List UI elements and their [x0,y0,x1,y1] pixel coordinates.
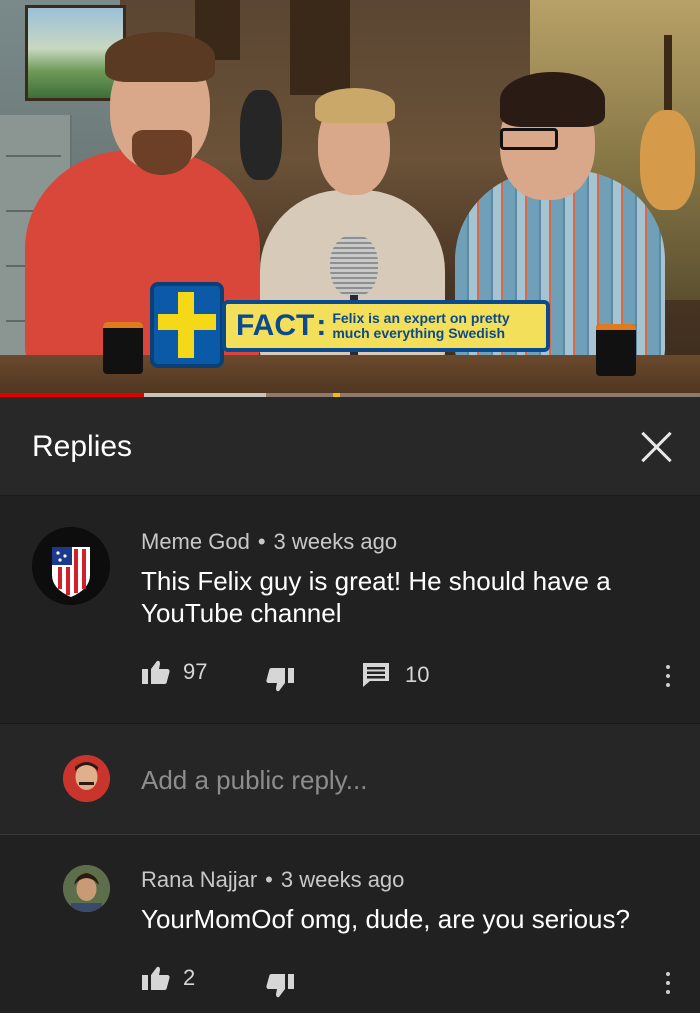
thumbs-down-icon [266,668,294,692]
fact-banner-title: FACT [236,309,315,342]
comment-thread-top: Meme God • 3 weeks ago This Felix guy is g… [0,497,700,722]
like-button[interactable]: 2 [141,965,195,991]
thumbs-down-icon [266,974,294,998]
reply-count: 10 [405,662,430,687]
comment-meta: Rana Najjar • 3 weeks ago [141,867,404,893]
reply-comment: Rana Najjar • 3 weeks ago YourMomOof omg, … [0,835,700,1013]
comment-age[interactable]: 3 weeks ago [281,867,405,892]
user-avatar-icon [63,865,110,912]
avatar [63,755,110,802]
close-icon[interactable] [640,430,674,464]
fact-banner-line2: much everything Swedish [332,325,506,341]
more-vertical-icon[interactable] [666,972,672,996]
video-mug-right [596,324,636,376]
thumbs-up-icon [142,966,170,990]
comment-icon [363,663,389,687]
meta-separator: • [265,867,273,892]
fact-banner-colon: : [316,309,327,342]
meta-separator: • [257,529,266,554]
video-microphone [330,235,378,297]
dislike-button[interactable] [265,973,295,999]
reply-input[interactable]: Add a public reply... [141,765,367,796]
video-shelf [290,0,350,95]
more-vertical-icon[interactable] [666,665,672,689]
like-button[interactable]: 97 [141,659,207,685]
user-avatar-icon [63,755,110,802]
replies-header: Replies [0,397,700,496]
fact-banner-line1: Felix is an expert on pretty [332,310,510,326]
like-count: 97 [183,659,208,684]
video-guitar-neck [664,35,672,120]
like-count: 2 [183,965,196,990]
comment-author[interactable]: Meme God [141,529,250,554]
comment-meta: Meme God • 3 weeks ago [141,529,397,555]
comment-author[interactable]: Rana Najjar [141,867,257,892]
video-acoustic-guitar [640,110,695,210]
avatar[interactable] [32,527,110,605]
avatar[interactable] [63,865,110,912]
video-mug-left [103,322,143,374]
dislike-button[interactable] [265,667,295,693]
comment-age[interactable]: 3 weeks ago [274,529,398,554]
thumbs-up-icon [142,660,170,684]
swedish-flag-icon [150,282,224,368]
comment-text-line2: YouTube channel [141,598,342,628]
video-bass-guitar [240,90,282,180]
reply-count-button[interactable]: 10 [362,662,429,688]
fact-banner: FACT : Felix is an expert on pretty much… [222,300,550,352]
comment-text: This Felix guy is great! He should have … [141,565,611,629]
comment-text: YourMomOof omg, dude, are you serious? [141,904,630,934]
video-player[interactable]: FACT : Felix is an expert on pretty much… [0,0,700,397]
comment-text-line1: This Felix guy is great! He should have … [141,566,611,596]
fact-banner-text: Felix is an expert on pretty much everyt… [332,311,509,341]
atletico-crest-icon [32,527,110,605]
reply-composer: Add a public reply... [0,723,700,835]
replies-title: Replies [32,430,133,463]
